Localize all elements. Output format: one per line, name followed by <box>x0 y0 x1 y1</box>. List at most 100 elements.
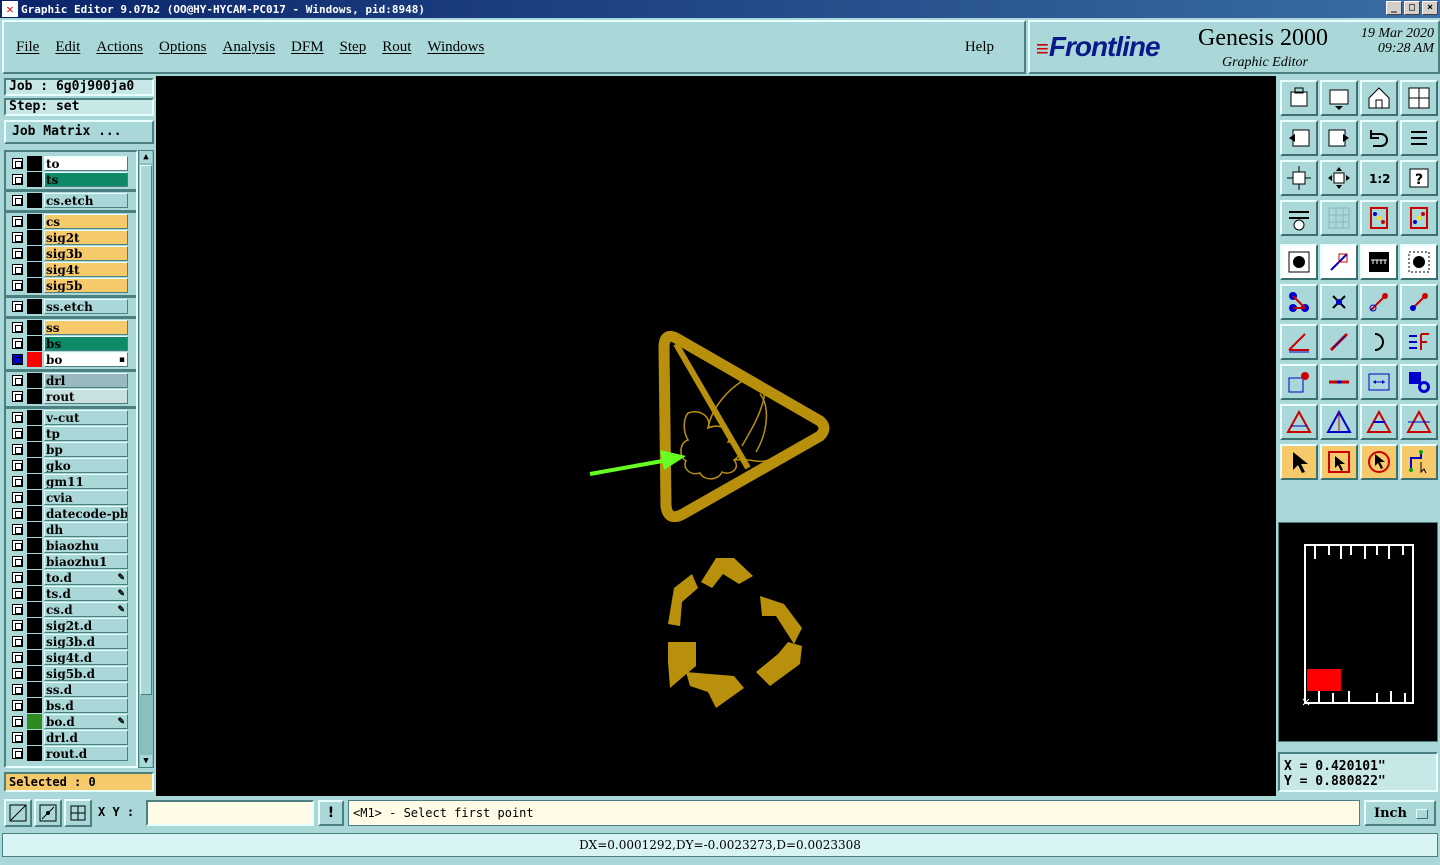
layer-checkbox[interactable] <box>12 174 23 185</box>
layer-name[interactable]: cs.d ✎ <box>44 602 128 617</box>
layer-color-swatch[interactable] <box>27 193 42 208</box>
grid-snap-icon[interactable] <box>64 799 92 827</box>
layer-row[interactable]: tp <box>8 426 128 441</box>
overview-map[interactable] <box>1278 522 1438 742</box>
menu-help[interactable]: Help <box>965 39 994 56</box>
layer-checkbox[interactable] <box>12 338 23 349</box>
layer-color-swatch[interactable] <box>27 746 42 761</box>
layer-color-swatch[interactable] <box>27 299 42 314</box>
menu-windows[interactable]: Windows <box>427 39 484 56</box>
layer-name[interactable]: ss.etch <box>44 299 128 314</box>
layer-row[interactable]: gko <box>8 458 128 473</box>
layer-color-swatch[interactable] <box>27 156 42 171</box>
layer-row[interactable]: sig2t.d <box>8 618 128 633</box>
layer-row[interactable]: drl <box>8 373 128 388</box>
layer-name[interactable]: cs.etch <box>44 193 128 208</box>
layer-row[interactable]: sig3b <box>8 246 128 261</box>
layer-row[interactable]: sig5b.d <box>8 666 128 681</box>
layer-color-swatch[interactable] <box>27 172 42 187</box>
layer-row[interactable]: bs <box>8 336 128 351</box>
diagonal-button[interactable] <box>1320 324 1358 360</box>
menu-actions[interactable]: Actions <box>96 39 143 56</box>
layer-color-swatch[interactable] <box>27 214 42 229</box>
layer-color-swatch[interactable] <box>27 490 42 505</box>
layer-row[interactable]: cvia <box>8 490 128 505</box>
layer-name[interactable]: sig4t <box>44 262 128 277</box>
angle-button[interactable] <box>1280 324 1318 360</box>
layer-color-swatch[interactable] <box>27 538 42 553</box>
layer-checkbox[interactable] <box>12 700 23 711</box>
ruler-button[interactable] <box>1360 244 1398 280</box>
layer-color-swatch[interactable] <box>27 570 42 585</box>
scroll-up-icon[interactable]: ▲ <box>140 151 152 163</box>
triangle-c-button[interactable] <box>1360 404 1398 440</box>
dimension-button[interactable] <box>1360 364 1398 400</box>
layer-name[interactable]: datecode-pbc <box>44 506 128 521</box>
layer-checkbox[interactable] <box>12 375 23 386</box>
layer-name[interactable]: bs <box>44 336 128 351</box>
cross-button[interactable] <box>1320 284 1358 320</box>
layer-checkbox[interactable] <box>12 460 23 471</box>
layer-name[interactable]: sig3b <box>44 246 128 261</box>
pan-right-button[interactable] <box>1320 120 1358 156</box>
layer-checkbox[interactable] <box>12 195 23 206</box>
layer-name[interactable]: bs.d <box>44 698 128 713</box>
menu-dfm[interactable]: DFM <box>291 39 324 56</box>
triangle-a-button[interactable] <box>1280 404 1318 440</box>
layer-row[interactable]: drl.d <box>8 730 128 745</box>
layer-row[interactable]: bo.d ✎ <box>8 714 128 729</box>
layer-name[interactable]: gm11 <box>44 474 128 489</box>
layer-name[interactable]: ss <box>44 320 128 335</box>
layer-color-swatch[interactable] <box>27 246 42 261</box>
layer-checkbox[interactable] <box>12 248 23 259</box>
layer-checkbox[interactable] <box>12 732 23 743</box>
menu-step[interactable]: Step <box>340 39 367 56</box>
layer-name[interactable]: tp <box>44 426 128 441</box>
layer-row[interactable]: bp <box>8 442 128 457</box>
layer-color-swatch[interactable] <box>27 730 42 745</box>
layer-row[interactable]: ss <box>8 320 128 335</box>
layer-row[interactable]: ss.etch <box>8 299 128 314</box>
layer-row[interactable]: rout <box>8 389 128 404</box>
shapes-button[interactable] <box>1400 364 1438 400</box>
layer-color-swatch[interactable] <box>27 352 42 367</box>
layer-checkbox[interactable] <box>12 216 23 227</box>
layer-row[interactable]: sig2t <box>8 230 128 245</box>
menu-options[interactable]: Options <box>159 39 207 56</box>
zoom-fit-button[interactable] <box>1280 160 1318 196</box>
layer-name[interactable]: sig4t.d <box>44 650 128 665</box>
layer-checkbox[interactable] <box>12 652 23 663</box>
layer-checkbox[interactable] <box>12 280 23 291</box>
window-down-button[interactable] <box>1320 80 1358 116</box>
layer-name[interactable]: drl <box>44 373 128 388</box>
layer-row[interactable]: sig5b <box>8 278 128 293</box>
layer-checkbox[interactable] <box>12 524 23 535</box>
split-view-button[interactable] <box>1400 80 1438 116</box>
layer-color-swatch[interactable] <box>27 586 42 601</box>
layer-color-swatch[interactable] <box>27 458 42 473</box>
layer-name[interactable]: rout.d <box>44 746 128 761</box>
settings-palette-button[interactable] <box>1280 200 1318 236</box>
layer-checkbox[interactable] <box>12 412 23 423</box>
layer-color-swatch[interactable] <box>27 426 42 441</box>
layer-row[interactable]: ts <box>8 172 128 187</box>
layer-row[interactable]: biaozhu1 <box>8 554 128 569</box>
layer-row[interactable]: cs.d ✎ <box>8 602 128 617</box>
layer-checkbox[interactable] <box>12 748 23 759</box>
layer-row[interactable]: to <box>8 156 128 171</box>
layer-color-swatch[interactable] <box>27 682 42 697</box>
layer-name[interactable]: sig2t <box>44 230 128 245</box>
layer-row[interactable]: bo ▪ <box>8 352 128 367</box>
layer-checkbox[interactable] <box>12 428 23 439</box>
layer-checkbox[interactable] <box>12 354 23 365</box>
menu-analysis[interactable]: Analysis <box>223 39 276 56</box>
scale-one-to-two-button[interactable]: 1:2 <box>1360 160 1398 196</box>
layer-checkbox[interactable] <box>12 158 23 169</box>
layer-name[interactable]: sig2t.d <box>44 618 128 633</box>
layer-color-swatch[interactable] <box>27 666 42 681</box>
layer-checkbox[interactable] <box>12 588 23 599</box>
layer-row[interactable]: rout.d <box>8 746 128 761</box>
layer-name[interactable]: biaozhu <box>44 538 128 553</box>
redraw-button[interactable] <box>1400 120 1438 156</box>
layer-row[interactable]: datecode-pbc <box>8 506 128 521</box>
